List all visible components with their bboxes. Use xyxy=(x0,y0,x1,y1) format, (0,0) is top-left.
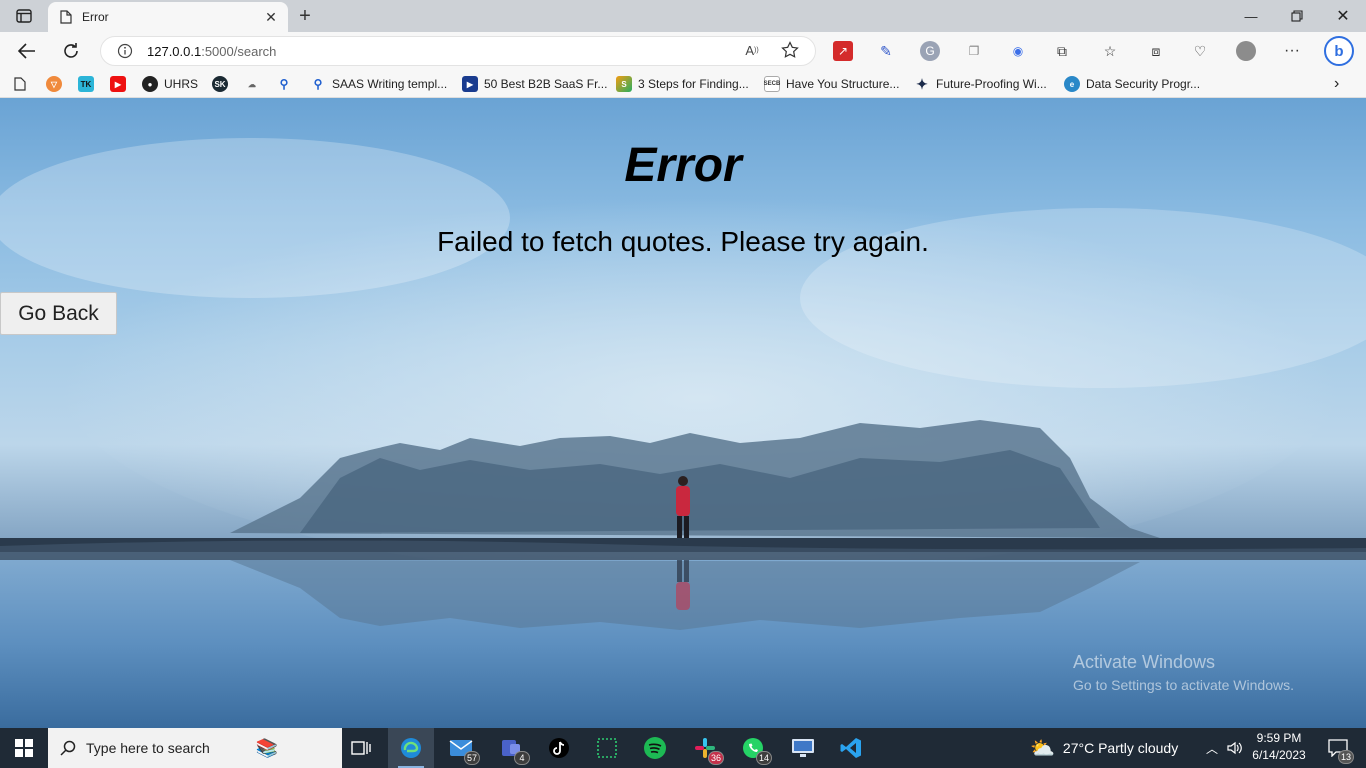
go-back-button[interactable]: Go Back xyxy=(0,292,117,335)
tab-error[interactable]: Error ✕ xyxy=(48,2,288,32)
taskbar-search-box[interactable]: Type here to search 📚 xyxy=(48,728,342,768)
tab-title: Error xyxy=(82,10,109,24)
teams-badge: 4 xyxy=(514,751,530,765)
partly-cloudy-icon: ⛅ xyxy=(1030,737,1055,760)
extension-red-icon[interactable]: ↗ xyxy=(833,41,853,61)
navigation-bar: 127.0.0.1:5000/search A)) ↗ ✎ G ❐ ◉ ⧉ ☆ … xyxy=(0,32,1366,70)
activate-windows-watermark: Activate Windows Go to Settings to activ… xyxy=(1073,652,1294,693)
start-windows-icon[interactable] xyxy=(0,728,48,768)
search-icon xyxy=(60,740,76,756)
fav-three-steps[interactable]: S3 Steps for Finding... xyxy=(616,74,749,94)
info-icon[interactable] xyxy=(117,43,133,59)
notification-badge: 13 xyxy=(1337,750,1354,764)
spotify-taskbar-icon[interactable] xyxy=(632,728,678,768)
more-options-icon[interactable]: ··· xyxy=(1282,41,1302,61)
slack-taskbar-icon[interactable]: 36 xyxy=(682,728,728,768)
fav-youtube[interactable]: ▶ xyxy=(110,74,132,94)
fav-have-you-structure[interactable]: SECB Have You Structure... xyxy=(764,74,899,94)
url-text: 127.0.0.1:5000/search xyxy=(147,43,277,59)
back-icon[interactable] xyxy=(12,37,42,65)
task-view-icon[interactable] xyxy=(338,728,384,768)
weather-widget[interactable]: ⛅ 27°C Partly cloudy xyxy=(1030,728,1178,768)
fav-uhrs[interactable]: ● UHRS xyxy=(142,74,198,94)
clock-date: 6/14/2023 xyxy=(1252,748,1306,762)
watermark-subtitle: Go to Settings to activate Windows. xyxy=(1073,677,1294,693)
fav-b2b-saas[interactable]: ▶ 50 Best B2B SaaS Fr... xyxy=(462,74,607,94)
extension-copy-icon[interactable]: ❐ xyxy=(964,41,984,61)
refresh-icon[interactable] xyxy=(56,37,86,65)
vscode-taskbar-icon[interactable] xyxy=(828,728,874,768)
teams-taskbar-icon[interactable]: 4 xyxy=(488,728,534,768)
extension-g-icon[interactable]: G xyxy=(920,41,940,61)
extension-circle-icon[interactable]: ◉ xyxy=(1008,41,1028,61)
whatsapp-badge: 14 xyxy=(755,751,772,765)
performance-icon[interactable]: ♡ xyxy=(1190,41,1210,61)
search-highlight-icon: 📚 xyxy=(255,737,279,758)
volume-icon[interactable] xyxy=(1224,728,1246,768)
favorites-bar: ▽ TK ▶ ● UHRS SK ☁ ⚲ ⚲ SAAS Writing templ.… xyxy=(0,70,1366,98)
page-icon xyxy=(60,10,72,24)
bing-chat-icon[interactable]: b xyxy=(1324,36,1354,66)
restore-icon[interactable] xyxy=(1274,0,1320,32)
new-tab-icon[interactable]: + xyxy=(292,4,318,28)
slack-badge: 36 xyxy=(707,751,724,765)
profile-avatar[interactable] xyxy=(1236,41,1256,61)
fav-data-security[interactable]: e Data Security Progr... xyxy=(1064,74,1200,94)
mail-taskbar-icon[interactable]: 57 xyxy=(438,728,484,768)
close-window-icon[interactable]: ✕ xyxy=(1320,0,1366,32)
notification-center-icon[interactable]: 13 xyxy=(1318,728,1358,768)
favorite-star-icon[interactable] xyxy=(778,38,802,62)
windows-taskbar: Type here to search 📚 57 4 36 14 ⛅ 27°C … xyxy=(0,728,1366,768)
close-tab-icon[interactable]: ✕ xyxy=(260,6,282,28)
fav-future-proofing[interactable]: ✦ Future-Proofing Wi... xyxy=(914,74,1047,94)
remote-desktop-taskbar-icon[interactable] xyxy=(780,728,826,768)
address-bar[interactable]: 127.0.0.1:5000/search xyxy=(100,36,816,66)
page-title: Error xyxy=(624,139,742,192)
whatsapp-taskbar-icon[interactable]: 14 xyxy=(730,728,776,768)
mail-badge: 57 xyxy=(463,751,480,765)
favorites-page-icon[interactable] xyxy=(14,74,26,94)
fav-sk[interactable]: SK xyxy=(212,74,234,94)
fav-cloud[interactable]: ☁ xyxy=(244,74,266,94)
terminal-taskbar-icon[interactable] xyxy=(584,728,630,768)
fav-brave[interactable]: ▽ xyxy=(46,74,68,94)
system-clock[interactable]: 9:59 PM 6/14/2023 xyxy=(1248,730,1310,766)
tab-actions-icon[interactable] xyxy=(10,6,38,26)
collections-icon[interactable]: ⧈ xyxy=(1146,41,1166,61)
show-hidden-icons-chevron-icon[interactable]: ︿ xyxy=(1202,728,1222,768)
page-content: Error Failed to fetch quotes. Please try… xyxy=(0,98,1366,728)
fav-search[interactable]: ⚲ xyxy=(276,74,298,94)
watermark-title: Activate Windows xyxy=(1073,652,1216,672)
fav-saas-writing[interactable]: ⚲ SAAS Writing templ... xyxy=(310,74,448,94)
clock-time: 9:59 PM xyxy=(1256,731,1302,745)
minimize-icon[interactable]: — xyxy=(1228,0,1274,32)
tiktok-taskbar-icon[interactable] xyxy=(536,728,582,768)
weather-text: 27°C Partly cloudy xyxy=(1062,740,1179,756)
error-message: Failed to fetch quotes. Please try again… xyxy=(437,226,929,257)
favorites-more-chevron-icon[interactable]: › xyxy=(1334,74,1339,94)
fav-tk[interactable]: TK xyxy=(78,74,100,94)
extension-grammar-icon[interactable]: ✎ xyxy=(876,41,896,61)
edge-taskbar-icon[interactable] xyxy=(388,728,434,768)
extensions-icon[interactable]: ⧉ xyxy=(1052,41,1072,61)
browser-titlebar: Error ✕ + — ✕ xyxy=(0,0,1366,32)
search-placeholder: Type here to search xyxy=(86,740,210,756)
favorites-icon[interactable]: ☆ xyxy=(1100,41,1120,61)
read-aloud-icon[interactable]: A)) xyxy=(740,38,764,62)
